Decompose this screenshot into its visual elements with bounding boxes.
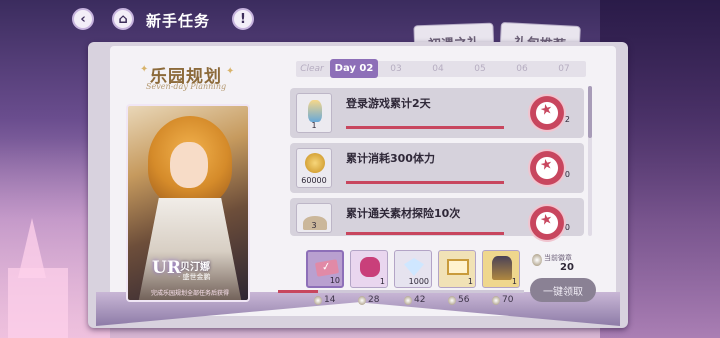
tab-day-07[interactable]: 07: [550, 62, 578, 76]
reward-gift-bag[interactable]: 1: [350, 250, 388, 288]
task-reward-qty: 60000: [301, 176, 327, 185]
ticket-icon: [314, 259, 340, 277]
day-clear-label: Clear: [300, 64, 324, 74]
sparkle-icon: ✦: [140, 64, 149, 75]
badge-icon: [492, 295, 500, 305]
diamond-icon: [404, 258, 424, 276]
task-reward-qty: 3: [311, 221, 317, 230]
task-row: 1 登录游戏累计2天 2/2: [290, 88, 584, 138]
home-button[interactable]: ⌂: [112, 8, 134, 30]
gift-bag-icon: [360, 257, 380, 277]
sparkle-icon: ✦: [226, 66, 235, 77]
badge-icon: [404, 295, 412, 305]
character-rank: UR: [152, 258, 181, 278]
completed-stamp-icon: [524, 90, 570, 136]
completed-stamp-icon: [524, 145, 570, 191]
info-icon: !: [240, 11, 246, 27]
top-bar: ‹ ⌂ 新手任务 !: [0, 0, 720, 40]
back-button[interactable]: ‹: [72, 8, 94, 30]
character-caption: 完成乐园规划全部任务后获得: [150, 290, 229, 297]
task-progress-bar: [346, 126, 504, 129]
character-coat: [138, 198, 242, 300]
task-scrollbar[interactable]: [588, 86, 592, 236]
milestone-value: 28: [368, 295, 380, 305]
scroll-thumb[interactable]: [588, 86, 592, 138]
picture-frame-icon: [447, 259, 469, 275]
back-arrow-icon: ‹: [80, 11, 86, 27]
gold-coin-icon[interactable]: 60000: [296, 148, 332, 188]
reward-count: 10: [329, 276, 340, 285]
armor-icon: [492, 256, 512, 280]
tab-day-02[interactable]: Day 02: [330, 59, 378, 78]
milestone-label: 42: [404, 294, 425, 306]
rewards-track-fill: [278, 290, 318, 293]
task-reward-qty: 1: [311, 121, 317, 130]
panel-subtitle: Seven-day Planning: [146, 82, 227, 91]
task-row: 60000 累计消耗300体力 300/300: [290, 143, 584, 193]
milestone-label: 14: [314, 294, 335, 306]
milestone-label: 56: [448, 294, 469, 306]
milestone-value: 56: [458, 295, 470, 305]
milestone-label: 70: [492, 294, 513, 306]
reward-ticket[interactable]: 10: [306, 250, 344, 288]
task-title: 累计消耗300体力: [346, 152, 435, 165]
task-title: 登录游戏累计2天: [346, 97, 431, 110]
task-progress-fill: [346, 232, 504, 235]
character-name: 贝汀娜: [180, 262, 210, 273]
badge-icon: [314, 295, 322, 305]
reward-count: 1: [467, 277, 473, 286]
current-badges-value: 20: [560, 262, 574, 273]
claim-all-button[interactable]: 一键领取: [530, 278, 596, 302]
reward-count: 1000: [408, 277, 429, 286]
info-button[interactable]: !: [232, 8, 254, 30]
sand-pile-icon[interactable]: 3: [296, 203, 332, 233]
badge-icon: [532, 254, 542, 266]
task-row: 3 累计通关素材探险10次 10/10: [290, 198, 584, 246]
character-tagline: · 盛世金鹏: [178, 273, 211, 281]
tab-day-06[interactable]: 06: [508, 62, 536, 76]
task-progress-fill: [346, 126, 504, 129]
badge-icon: [358, 295, 366, 305]
reward-count: 1: [511, 277, 517, 286]
milestone-label: 28: [358, 294, 379, 306]
reward-armor[interactable]: 1: [482, 250, 520, 288]
reward-diamond[interactable]: 1000: [394, 250, 432, 288]
character-face: [170, 142, 208, 188]
reward-picture-frame[interactable]: 1: [438, 250, 476, 288]
tab-day-05[interactable]: 05: [466, 62, 494, 76]
task-progress-fill: [346, 181, 504, 184]
task-title: 累计通关素材探险10次: [346, 207, 461, 220]
tab-day-03[interactable]: 03: [382, 62, 410, 76]
potion-bottle-icon[interactable]: 1: [296, 93, 332, 133]
task-progress-bar: [346, 232, 504, 235]
task-progress-bar: [346, 181, 504, 184]
milestone-value: 42: [414, 295, 426, 305]
home-icon: ⌂: [118, 11, 128, 27]
milestone-value: 70: [502, 295, 514, 305]
milestone-value: 14: [324, 295, 336, 305]
badge-icon: [448, 295, 456, 305]
reward-count: 1: [379, 277, 385, 286]
tab-day-04[interactable]: 04: [424, 62, 452, 76]
page-title: 新手任务: [146, 12, 211, 30]
